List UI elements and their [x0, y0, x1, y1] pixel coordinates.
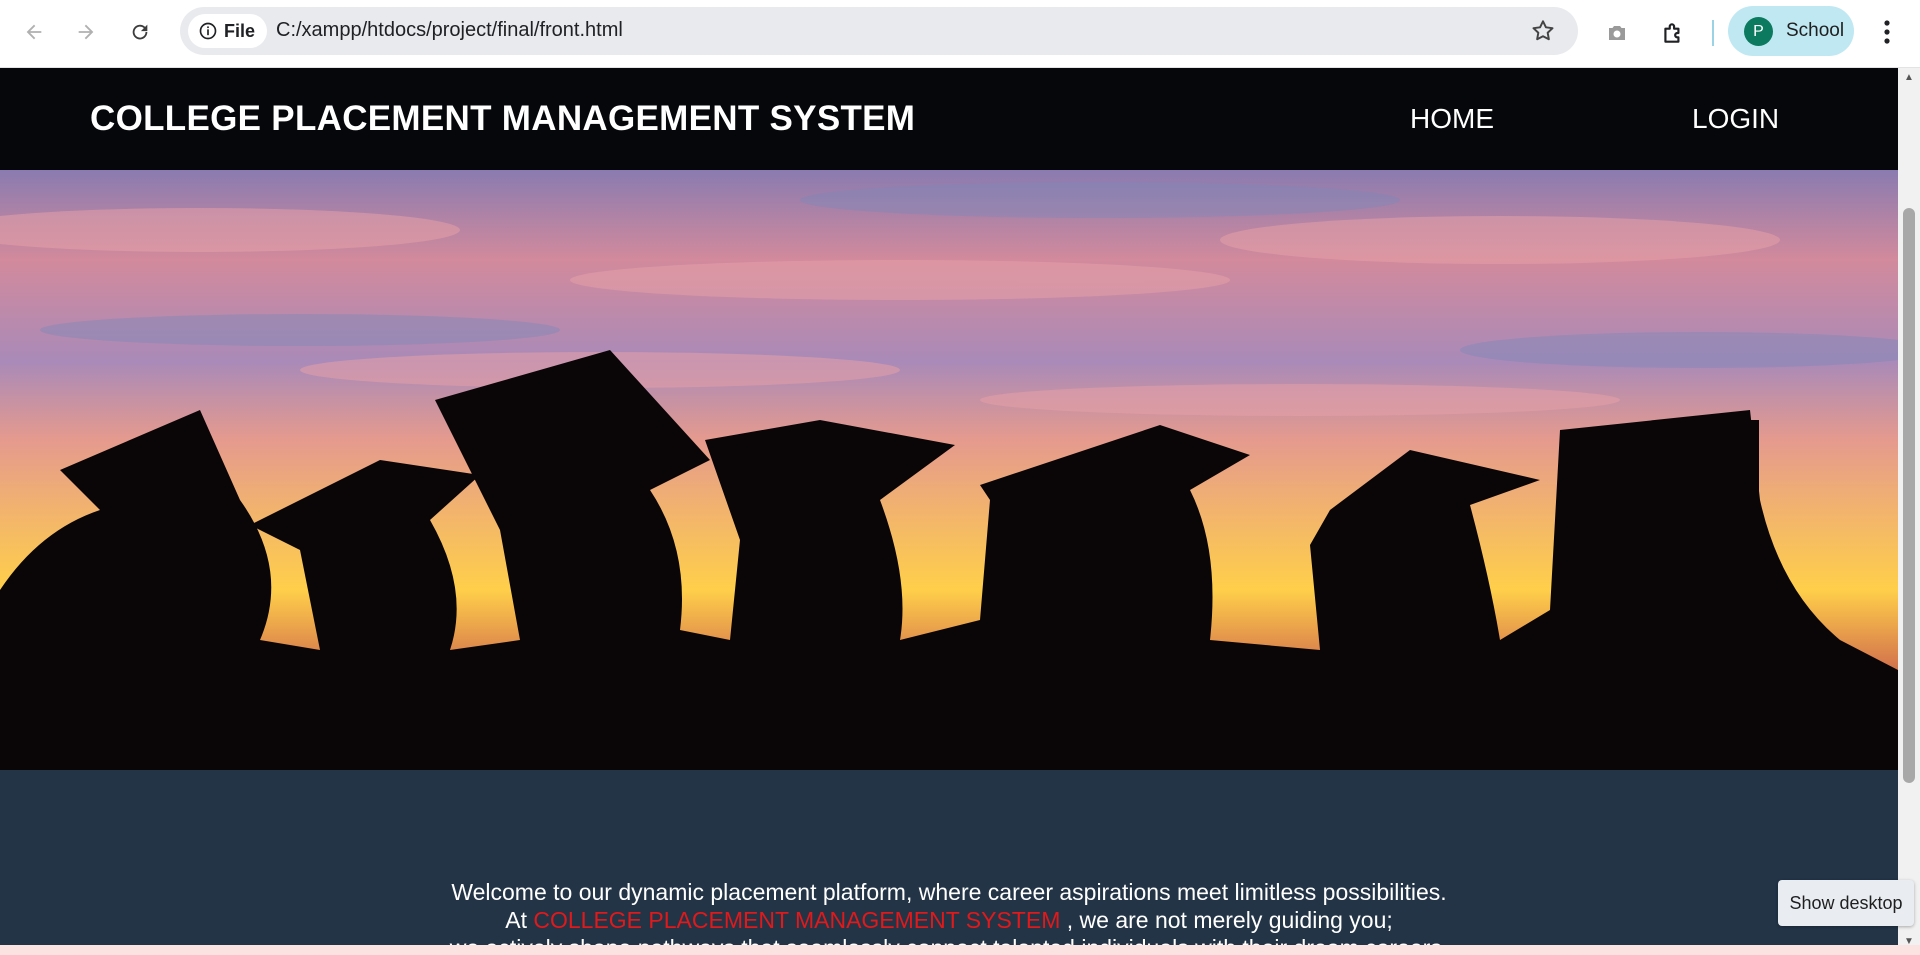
- puzzle-icon: [1664, 23, 1680, 43]
- welcome-highlight: COLLEGE PLACEMENT MANAGEMENT SYSTEM: [533, 907, 1061, 933]
- toolbar-divider: [1712, 20, 1714, 46]
- bookmark-star-button[interactable]: [1530, 18, 1556, 49]
- profile-button[interactable]: P School: [1728, 6, 1854, 56]
- scroll-up-arrow-icon[interactable]: ▲: [1903, 72, 1915, 84]
- reload-button[interactable]: [122, 14, 158, 50]
- reload-icon: [132, 24, 148, 40]
- welcome-line-1: Welcome to our dynamic placement platfor…: [451, 879, 1447, 905]
- back-button[interactable]: [16, 14, 52, 50]
- welcome-line-2-prefix: At: [505, 907, 527, 933]
- avatar: P: [1744, 17, 1773, 46]
- screenshot-button[interactable]: [1598, 14, 1636, 52]
- taskbar-edge: [0, 945, 1920, 955]
- url-text[interactable]: C:/xampp/htdocs/project/final/front.html: [276, 19, 623, 42]
- forward-arrow-icon: [78, 24, 94, 40]
- site-header: COLLEGE PLACEMENT MANAGEMENT SYSTEM HOME…: [0, 68, 1898, 170]
- back-arrow-icon: [26, 24, 42, 40]
- site-title: COLLEGE PLACEMENT MANAGEMENT SYSTEM: [90, 99, 916, 138]
- forward-button[interactable]: [68, 14, 104, 50]
- welcome-text: Welcome to our dynamic placement platfor…: [0, 878, 1898, 955]
- extensions-button[interactable]: [1654, 14, 1692, 52]
- site-info-chip[interactable]: File: [188, 14, 268, 48]
- nav-home-link[interactable]: HOME: [1410, 103, 1494, 135]
- hero-image: [0, 170, 1898, 770]
- browser-toolbar: File C:/xampp/htdocs/project/final/front…: [0, 0, 1920, 68]
- address-bar[interactable]: File C:/xampp/htdocs/project/final/front…: [180, 7, 1578, 55]
- browser-menu-button[interactable]: [1872, 14, 1902, 50]
- welcome-line-2-suffix: , we are not merely guiding you;: [1066, 907, 1393, 933]
- nav-login-link[interactable]: LOGIN: [1692, 103, 1779, 135]
- page-scrollbar[interactable]: ▲ ▼: [1898, 68, 1920, 955]
- file-label: File: [224, 20, 256, 41]
- info-icon: [199, 22, 217, 40]
- page-viewport: COLLEGE PLACEMENT MANAGEMENT SYSTEM HOME…: [0, 68, 1898, 955]
- welcome-line-2: At COLLEGE PLACEMENT MANAGEMENT SYSTEM ,…: [0, 906, 1898, 934]
- star-icon: [1532, 20, 1554, 41]
- more-vertical-icon: [1884, 20, 1890, 44]
- scroll-thumb[interactable]: [1903, 208, 1915, 783]
- profile-name: School: [1786, 20, 1845, 41]
- graduates-silhouette-image: [0, 170, 1898, 770]
- camera-icon: [1609, 26, 1625, 40]
- show-desktop-tooltip: Show desktop: [1778, 880, 1914, 926]
